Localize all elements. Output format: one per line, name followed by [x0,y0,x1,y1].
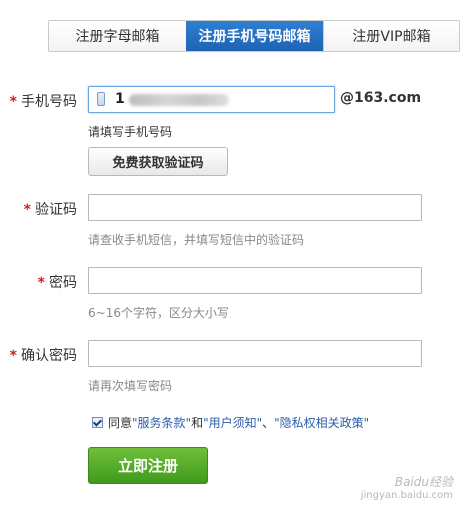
tab-letter-email[interactable]: 注册字母邮箱 [49,21,186,51]
agreement-row: 同意 "服务条款" 和 "用户须知"、 "隐私权相关政策" [92,414,369,431]
tab-vip-email[interactable]: 注册VIP邮箱 [323,21,459,51]
phone-label: * 手机号码 [10,91,77,111]
code-input[interactable] [88,194,422,221]
user-notice-link[interactable]: "用户须知" [203,414,262,431]
confirm-hint: 请再次填写密码 [88,379,173,393]
confirm-password-input[interactable] [88,340,422,367]
register-tabs: 注册字母邮箱 注册手机号码邮箱 注册VIP邮箱 [48,20,460,52]
code-label: * 验证码 [24,199,77,219]
phone-redacted-blur [129,94,229,106]
required-mark: * [9,94,17,110]
email-domain: @163.com [340,90,422,106]
phone-input[interactable]: 1 [88,86,335,113]
privacy-policy-link[interactable]: "隐私权相关政策" [274,414,369,431]
phone-label-text: 手机号码 [21,94,77,110]
mobile-phone-icon [97,92,105,106]
tab-phone-email[interactable]: 注册手机号码邮箱 [186,21,323,51]
watermark-url: jingyan.baidu.com [360,490,453,501]
watermark-brand: Baidu经验 [394,475,453,489]
watermark: Baidu经验 jingyan.baidu.com [361,475,453,503]
terms-link[interactable]: "服务条款" [132,414,191,431]
agree-and: 和 [191,416,204,430]
confirm-label: * 确认密码 [10,345,77,365]
register-button[interactable]: 立即注册 [88,447,208,484]
password-label: * 密码 [38,272,77,292]
phone-hint: 请填写手机号码 [88,125,173,139]
required-mark: * [37,275,45,291]
agree-checkbox[interactable] [92,417,103,428]
confirm-label-text: 确认密码 [21,348,77,364]
get-code-button[interactable]: 免费获取验证码 [88,147,228,176]
required-mark: * [9,348,17,364]
agree-sep: 、 [262,416,275,430]
password-input[interactable] [88,267,422,294]
agree-prefix: 同意 [108,416,133,430]
phone-value: 1 [115,91,125,107]
password-label-text: 密码 [49,275,77,291]
code-hint: 请查收手机短信，并填写短信中的验证码 [88,233,305,247]
required-mark: * [23,202,31,218]
password-hint: 6~16个字符，区分大小写 [88,306,229,320]
code-label-text: 验证码 [35,202,77,218]
